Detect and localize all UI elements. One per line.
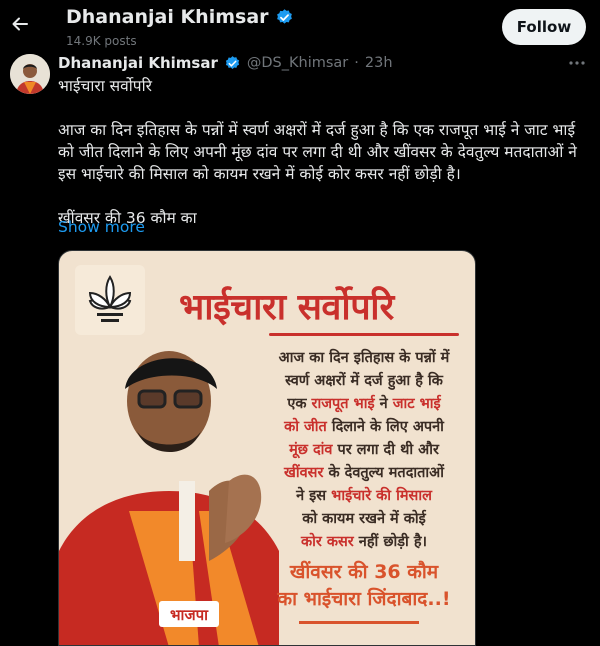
arrow-left-icon (12, 17, 28, 31)
back-button[interactable] (8, 10, 32, 38)
poster-line: कोर कसर नहीं छोड़ी है। (300, 534, 428, 550)
poster-body-text: आज का दिन इतिहास के पन्नों में स्वर्ण अक… (259, 347, 469, 554)
poster-line: आज का दिन इतिहास के पन्नों में (278, 350, 450, 366)
post-count: 14.9K posts (66, 34, 137, 48)
poster-line: को कायम रखने में कोई (302, 511, 426, 527)
more-horizontal-icon (569, 61, 585, 65)
author-handle[interactable]: @DS_Khimsar (247, 55, 348, 71)
avatar[interactable] (10, 54, 50, 94)
profile-header: Dhananjai Khimsar 14.9K posts Follow (0, 0, 600, 52)
poster-slogan-line: का भाईचारा जिंदाबाद..! (277, 588, 451, 610)
poster-line: ने इस भाईचारे की मिसाल (296, 488, 432, 504)
more-button[interactable] (566, 54, 588, 72)
author-name[interactable]: Dhananjai Khimsar (58, 54, 218, 72)
poster-title-underline (269, 333, 459, 336)
tweet-media-image[interactable]: भाईचारा सर्वोपरि भाजपा आज का दिन इतिहास … (58, 250, 476, 646)
poster-line: मूंछ दांव पर लगा दी थी और (289, 442, 439, 458)
badge-text: भाजपा (170, 606, 209, 624)
tweet-header: Dhananjai Khimsar @DS_Khimsar · 23h (58, 52, 393, 74)
poster-line: खींवसर के देवतुल्य मतदाताओं (284, 465, 444, 481)
lotus-logo-icon (75, 265, 145, 335)
tweet-line: आज का दिन इतिहास के पन्नों में स्वर्ण अक… (58, 121, 576, 139)
poster-line: एक राजपूत भाई ने जाट भाई (287, 396, 441, 412)
header-name-text: Dhananjai Khimsar (66, 6, 269, 28)
poster-line: स्वर्ण अक्षरों में दर्ज हुआ है कि (285, 373, 443, 389)
poster-slogan-underline (299, 621, 419, 624)
tweet-text: भाईचारा सर्वोपरि आज का दिन इतिहास के पन्… (58, 75, 588, 229)
time-separator: · (354, 55, 359, 71)
tweet-line: इस भाईचारे की मिसाल को कायम रखने में कोई… (58, 165, 461, 183)
follow-button[interactable]: Follow (502, 9, 586, 45)
tweet-line-title: भाईचारा सर्वोपरि (58, 77, 152, 95)
poster-slogan-line: खींवसर की 36 कौम (289, 561, 439, 583)
tweet-time[interactable]: 23h (365, 55, 393, 71)
verified-badge-icon (276, 8, 292, 24)
poster-slogan: खींवसर की 36 कौम का भाईचारा जिंदाबाद..! (259, 559, 469, 613)
tweet-line: को जीत दिलाने के लिए अपनी मूंछ दांव पर ल… (58, 143, 577, 161)
header-title: Dhananjai Khimsar (66, 6, 294, 28)
poster-line: को जीत दिलाने के लिए अपनी (284, 419, 444, 435)
poster-title: भाईचारा सर्वोपरि (179, 287, 394, 328)
show-more-link[interactable]: Show more (58, 218, 145, 236)
verified-badge-icon (225, 55, 239, 69)
